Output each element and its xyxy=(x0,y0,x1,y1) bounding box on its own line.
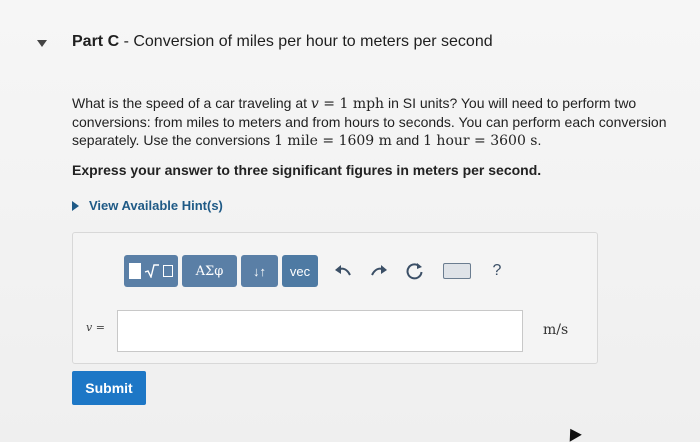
part-separator: - xyxy=(119,33,134,50)
templates-button[interactable] xyxy=(124,255,178,287)
collapse-arrow-icon[interactable] xyxy=(37,40,47,47)
math-toolbar: ΑΣφ ↓↑ vec ? xyxy=(124,254,512,288)
greek-symbols-button[interactable]: ΑΣφ xyxy=(182,255,237,287)
box-icon xyxy=(163,265,173,277)
mile-conversion: 1 mile = 1609 m xyxy=(274,133,392,149)
part-title: Part C - Conversion of miles per hour to… xyxy=(72,33,493,51)
undo-button[interactable] xyxy=(328,255,358,287)
question-text-4: . xyxy=(537,132,542,148)
submit-button[interactable]: Submit xyxy=(72,371,146,405)
help-button[interactable]: ? xyxy=(482,255,512,287)
expand-triangle-icon xyxy=(72,200,79,211)
arrows-button[interactable]: ↓↑ xyxy=(241,255,278,287)
radical-icon xyxy=(144,264,159,278)
part-heading: Conversion of miles per hour to meters p… xyxy=(133,33,493,50)
redo-icon xyxy=(371,265,387,276)
templates-icon xyxy=(129,263,141,279)
question-text: What is the speed of a car traveling at … xyxy=(72,94,672,150)
answer-units: m/s xyxy=(543,322,569,338)
reset-button[interactable] xyxy=(400,255,430,287)
hour-conversion: 1 hour = 3600 s xyxy=(423,133,538,149)
answer-instruction: Express your answer to three significant… xyxy=(72,162,542,178)
view-hints-link[interactable]: View Available Hint(s) xyxy=(72,198,223,213)
answer-variable-label: v = xyxy=(86,321,105,334)
keyboard-button[interactable] xyxy=(442,255,472,287)
undo-icon xyxy=(335,265,351,276)
keyboard-icon xyxy=(443,263,471,279)
hints-label: View Available Hint(s) xyxy=(89,198,223,213)
speed-equation: = 1 mph xyxy=(318,96,385,112)
speed-expression: v = 1 mph xyxy=(311,96,384,112)
question-text-1: What is the speed of a car traveling at xyxy=(72,95,311,111)
answer-input[interactable] xyxy=(117,310,523,352)
reset-icon xyxy=(406,263,423,280)
question-text-3: and xyxy=(391,132,424,148)
vector-button[interactable]: vec xyxy=(282,255,318,287)
speed-variable: v xyxy=(310,96,319,112)
redo-button[interactable] xyxy=(364,255,394,287)
answer-panel: ΑΣφ ↓↑ vec ? v = m/s xyxy=(72,232,598,364)
part-label: Part C xyxy=(72,33,120,50)
